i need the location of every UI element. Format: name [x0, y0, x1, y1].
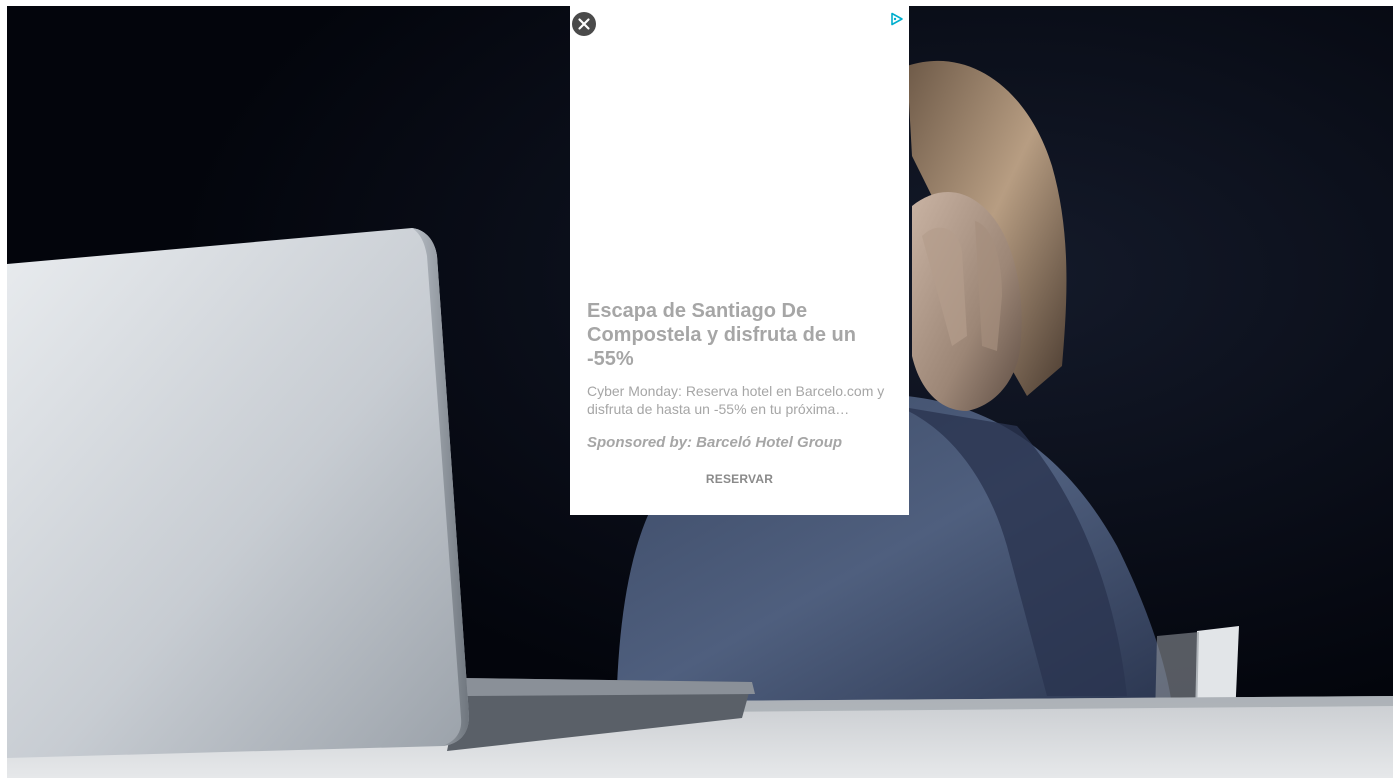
adchoices-icon[interactable] — [889, 11, 905, 27]
ad-title[interactable]: Escapa de Santiago De Compostela y disfr… — [587, 299, 887, 371]
ad-media[interactable] — [570, 36, 909, 286]
ad-sponsor: Sponsored by: Barceló Hotel Group — [587, 434, 843, 451]
reservar-button[interactable]: RESERVAR — [570, 469, 909, 489]
sponsored-ad-card[interactable]: Escapa de Santiago De Compostela y disfr… — [570, 6, 909, 515]
ad-description[interactable]: Cyber Monday: Reserva hotel en Barcelo.c… — [587, 382, 893, 418]
close-icon[interactable] — [572, 12, 596, 36]
